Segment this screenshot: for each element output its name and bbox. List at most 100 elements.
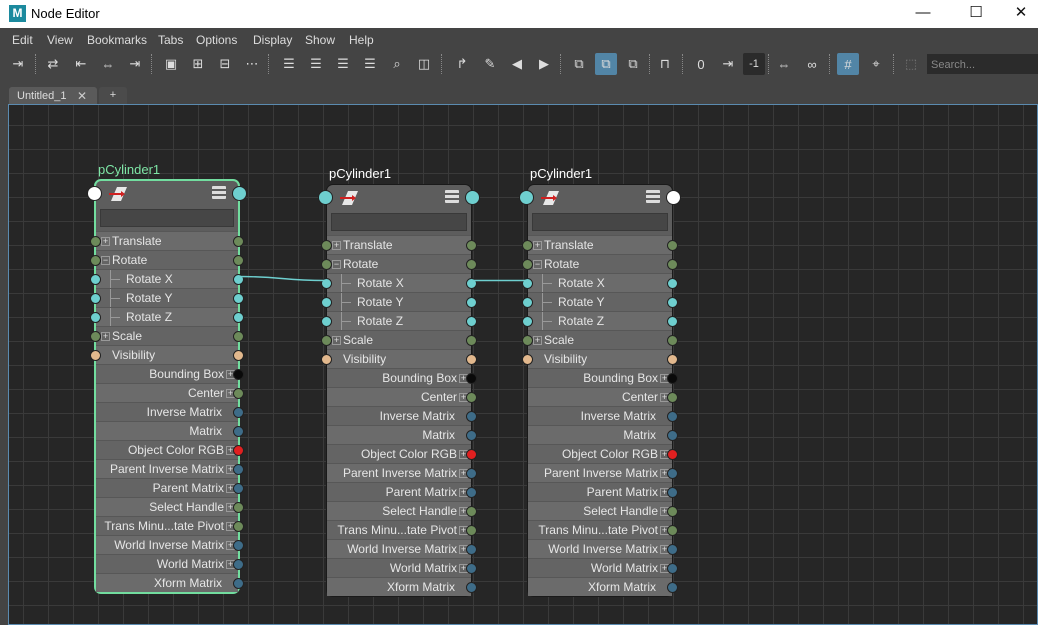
node-title[interactable]: pCylinder1: [530, 166, 592, 181]
output-port[interactable]: [667, 430, 678, 441]
output-port[interactable]: [233, 464, 244, 475]
attribute-row[interactable]: + Object Color RGB: [327, 444, 477, 463]
expand-icon[interactable]: −: [533, 260, 542, 269]
input-port[interactable]: [90, 350, 101, 361]
full-mode-icon[interactable]: ☰: [332, 53, 354, 75]
input-port[interactable]: [522, 297, 533, 308]
attribute-row[interactable]: Visibility: [90, 345, 244, 364]
expand-icon[interactable]: +: [101, 332, 110, 341]
output-port[interactable]: [466, 392, 477, 403]
input-port[interactable]: [321, 354, 332, 365]
pin-icon[interactable]: ↱: [451, 53, 473, 75]
attribute-row[interactable]: Rotate X: [90, 269, 244, 289]
input-port[interactable]: [321, 297, 332, 308]
attribute-row[interactable]: − Rotate: [321, 254, 477, 273]
node-pcylinder1[interactable]: pCylinder1 + Translate − Rotate Rotate X Rotat…: [519, 166, 681, 597]
attribute-row[interactable]: + Center: [528, 387, 678, 406]
custom-mode-icon[interactable]: ☰: [359, 53, 381, 75]
input-port[interactable]: [522, 240, 533, 251]
output-port[interactable]: [667, 392, 678, 403]
menu-options[interactable]: Options: [196, 33, 237, 47]
output-port[interactable]: [667, 449, 678, 460]
input-port[interactable]: [321, 278, 332, 289]
forward-icon[interactable]: ▶: [533, 53, 555, 75]
output-port[interactable]: [466, 525, 477, 536]
node-input-port[interactable]: [87, 186, 102, 201]
expand-icon[interactable]: −: [101, 256, 110, 265]
attribute-row[interactable]: Rotate X: [321, 273, 477, 293]
output-port[interactable]: [667, 582, 678, 593]
output-port[interactable]: [667, 525, 678, 536]
attribute-row[interactable]: + Bounding Box: [528, 368, 678, 387]
node-pcylinder1[interactable]: pCylinder1 + Translate − Rotate Rotate X Rotat…: [318, 166, 480, 597]
attribute-row[interactable]: + Object Color RGB: [96, 440, 244, 459]
attribute-row[interactable]: + Trans Minu...tate Pivot: [528, 520, 678, 539]
menu-display[interactable]: Display: [253, 33, 292, 47]
search-icon[interactable]: ⌕: [386, 53, 408, 75]
graph-icon[interactable]: ◫: [413, 53, 435, 75]
input-output-icon[interactable]: ⇔: [97, 53, 119, 75]
attribute-row[interactable]: Xform Matrix: [528, 577, 678, 596]
attribute-row[interactable]: Rotate Z: [90, 307, 244, 327]
output-port[interactable]: [667, 563, 678, 574]
node-header[interactable]: [318, 185, 480, 209]
output-port[interactable]: [667, 278, 678, 289]
output-port[interactable]: [667, 506, 678, 517]
output-port[interactable]: [233, 293, 244, 304]
output-port[interactable]: [667, 544, 678, 555]
minimize-icon[interactable]: —: [900, 0, 946, 28]
input-port[interactable]: [321, 240, 332, 251]
attribute-row[interactable]: Visibility: [522, 349, 678, 368]
node-header[interactable]: [519, 185, 681, 209]
expand-icon[interactable]: +: [101, 237, 110, 246]
attribute-row[interactable]: Matrix: [528, 425, 678, 444]
output-port[interactable]: [667, 373, 678, 384]
output-port[interactable]: [667, 487, 678, 498]
output-port[interactable]: [466, 506, 477, 517]
attribute-row[interactable]: Xform Matrix: [96, 573, 244, 592]
output-port[interactable]: [233, 559, 244, 570]
input-port[interactable]: [90, 274, 101, 285]
attribute-row[interactable]: + World Inverse Matrix: [528, 539, 678, 558]
attribute-row[interactable]: + Select Handle: [96, 497, 244, 516]
output-port[interactable]: [233, 274, 244, 285]
expand-icon[interactable]: +: [332, 336, 341, 345]
node-input-port[interactable]: [519, 190, 534, 205]
attribute-row[interactable]: + Parent Inverse Matrix: [327, 463, 477, 482]
attribute-row[interactable]: + Center: [327, 387, 477, 406]
depth-counter[interactable]: -1: [743, 53, 765, 75]
attribute-row[interactable]: + Bounding Box: [96, 364, 244, 383]
input-port[interactable]: [90, 331, 101, 342]
search-input[interactable]: Search...: [927, 54, 1038, 74]
attribute-row[interactable]: + Scale: [90, 326, 244, 345]
node-pcylinder1[interactable]: pCylinder1 + Translate − Rotate Rotate X Rotat…: [87, 162, 247, 594]
output-port[interactable]: [233, 312, 244, 323]
output-port[interactable]: [466, 259, 477, 270]
output-port[interactable]: [667, 468, 678, 479]
output-port[interactable]: [466, 449, 477, 460]
attribute-row[interactable]: + World Inverse Matrix: [327, 539, 477, 558]
node-output-port[interactable]: [232, 186, 247, 201]
back-icon[interactable]: ◀: [506, 53, 528, 75]
input-port[interactable]: [522, 259, 533, 270]
grid-icon[interactable]: #: [837, 53, 859, 75]
attribute-row[interactable]: Inverse Matrix: [528, 406, 678, 425]
output-port[interactable]: [466, 411, 477, 422]
expand-icon[interactable]: ⇔: [773, 53, 795, 75]
input-port[interactable]: [90, 312, 101, 323]
output-port[interactable]: [466, 544, 477, 555]
node-output-port[interactable]: [666, 190, 681, 205]
output-port[interactable]: [466, 240, 477, 251]
menu-view[interactable]: View: [47, 33, 73, 47]
snap-to-grid-icon[interactable]: ⌖: [865, 53, 887, 75]
attribute-list-icon[interactable]: [445, 190, 459, 203]
input-port[interactable]: [522, 335, 533, 346]
attribute-row[interactable]: Rotate Y: [522, 292, 678, 312]
add-tab-button[interactable]: +: [99, 87, 127, 105]
menu-tabs[interactable]: Tabs: [158, 33, 183, 47]
expand-icon[interactable]: −: [332, 260, 341, 269]
attribute-row[interactable]: + Parent Inverse Matrix: [528, 463, 678, 482]
node-output-port[interactable]: [465, 190, 480, 205]
graph-upstream-icon[interactable]: ⧉: [622, 53, 644, 75]
infinity-icon[interactable]: ∞: [801, 53, 823, 75]
